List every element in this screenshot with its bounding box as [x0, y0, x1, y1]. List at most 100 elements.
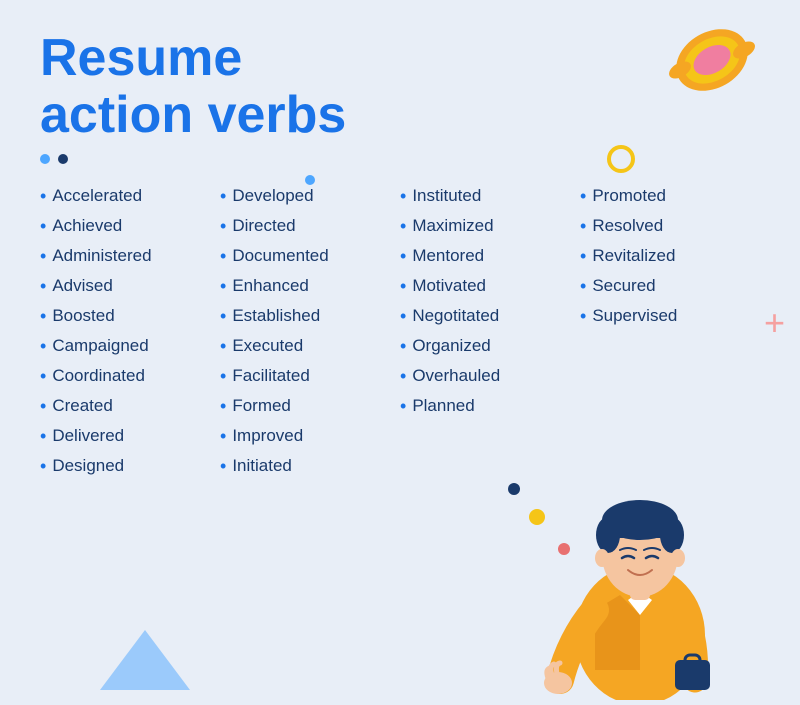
list-item: • Resolved: [580, 212, 760, 240]
bullet-icon: •: [400, 307, 406, 325]
list-item: • Achieved: [40, 212, 220, 240]
verb-label: Initiated: [232, 456, 292, 476]
list-item: • Maximized: [400, 212, 580, 240]
bullet-icon: •: [580, 187, 586, 205]
verbs-grid: •Accelerated•Achieved•Administered•Advis…: [40, 182, 760, 480]
list-item: • Promoted: [580, 182, 760, 210]
list-item: • Enhanced: [220, 272, 400, 300]
bullet-icon: •: [40, 457, 46, 475]
verb-label: Boosted: [52, 306, 114, 326]
verb-label: Maximized: [412, 216, 493, 236]
verb-column-4: • Promoted • Resolved • Revitalized • Secured •S…: [580, 182, 760, 480]
bullet-icon: •: [400, 277, 406, 295]
verb-label: Resolved: [592, 216, 663, 236]
deco-plus-sign: +: [764, 305, 785, 341]
verb-label: Organized: [412, 336, 490, 356]
bullet-icon: •: [40, 217, 46, 235]
bullet-icon: •: [580, 247, 586, 265]
page-container: Resume action verbs •Accelerated•Achieve…: [0, 0, 800, 690]
list-item: • Negotitated: [400, 302, 580, 330]
bullet-icon: •: [580, 277, 586, 295]
verb-label: Secured: [592, 276, 655, 296]
list-item: • Created: [40, 392, 220, 420]
verb-label: Created: [52, 396, 112, 416]
list-item: •Overhauled: [400, 362, 580, 390]
verb-label: Promoted: [592, 186, 666, 206]
decorative-dots: [40, 154, 760, 164]
verb-label: Designed: [52, 456, 124, 476]
list-item: • Planned: [400, 392, 580, 420]
deco-triangle: [100, 630, 190, 690]
bullet-icon: •: [220, 457, 226, 475]
bullet-icon: •: [220, 397, 226, 415]
bullet-icon: •: [400, 247, 406, 265]
list-item: •Documented: [220, 242, 400, 270]
verb-label: Administered: [52, 246, 151, 266]
bullet-icon: •: [220, 187, 226, 205]
list-item: • Revitalized: [580, 242, 760, 270]
bullet-icon: •: [40, 427, 46, 445]
deco-circle-yellow-outline: [607, 145, 635, 173]
bullet-icon: •: [220, 307, 226, 325]
bullet-icon: •: [400, 337, 406, 355]
list-item: • Initiated: [220, 452, 400, 480]
verb-label: Campaigned: [52, 336, 148, 356]
verb-label: Achieved: [52, 216, 122, 236]
dot-dark-blue: [58, 154, 68, 164]
list-item: •Accelerated: [40, 182, 220, 210]
bullet-icon: •: [220, 367, 226, 385]
title-line1: Resume: [40, 29, 242, 87]
bullet-icon: •: [40, 337, 46, 355]
list-item: • Organized: [400, 332, 580, 360]
bullet-icon: •: [220, 337, 226, 355]
verb-column-3: • Instituted • Maximized • Mentored •Motivated…: [400, 182, 580, 480]
list-item: •Boosted: [40, 302, 220, 330]
verb-label: Coordinated: [52, 366, 145, 386]
bullet-icon: •: [400, 217, 406, 235]
list-item: •Coordinated: [40, 362, 220, 390]
list-item: • Executed: [220, 332, 400, 360]
dot-light-blue: [40, 154, 50, 164]
verb-label: Negotitated: [412, 306, 499, 326]
verb-label: Advised: [52, 276, 112, 296]
verb-column-2: •Developed•Directed•Documented•Enhanced•…: [220, 182, 400, 480]
deco-circle-dark: [508, 483, 520, 495]
bullet-icon: •: [400, 367, 406, 385]
verb-label: Formed: [232, 396, 291, 416]
list-item: • Mentored: [400, 242, 580, 270]
list-item: • Campaigned: [40, 332, 220, 360]
list-item: •Established: [220, 302, 400, 330]
character-illustration: [540, 440, 740, 690]
bullet-icon: •: [40, 187, 46, 205]
verb-label: Delivered: [52, 426, 124, 446]
list-item: • Facilitated: [220, 362, 400, 390]
bullet-icon: •: [580, 217, 586, 235]
list-item: • Delivered: [40, 422, 220, 450]
list-item: • Instituted: [400, 182, 580, 210]
list-item: • Developed: [220, 182, 400, 210]
list-item: •Supervised: [580, 302, 760, 330]
verb-label: Mentored: [412, 246, 484, 266]
deco-small-circle-blue: [305, 175, 315, 185]
bullet-icon: •: [400, 397, 406, 415]
list-item: • Secured: [580, 272, 760, 300]
bullet-icon: •: [220, 427, 226, 445]
bullet-icon: •: [220, 277, 226, 295]
list-item: •Motivated: [400, 272, 580, 300]
verb-label: Instituted: [412, 186, 481, 206]
verb-label: Developed: [232, 186, 313, 206]
verb-label: Planned: [412, 396, 474, 416]
verb-label: Facilitated: [232, 366, 309, 386]
verb-label: Executed: [232, 336, 303, 356]
bullet-icon: •: [40, 247, 46, 265]
bullet-icon: •: [40, 397, 46, 415]
verb-label: Revitalized: [592, 246, 675, 266]
bullet-icon: •: [400, 187, 406, 205]
verb-column-1: •Accelerated•Achieved•Administered•Advis…: [40, 182, 220, 480]
list-item: •Improved: [220, 422, 400, 450]
candy-decoration: [640, 15, 760, 130]
verb-label: Supervised: [592, 306, 677, 326]
list-item: • Formed: [220, 392, 400, 420]
verb-label: Enhanced: [232, 276, 309, 296]
list-item: • Administered: [40, 242, 220, 270]
